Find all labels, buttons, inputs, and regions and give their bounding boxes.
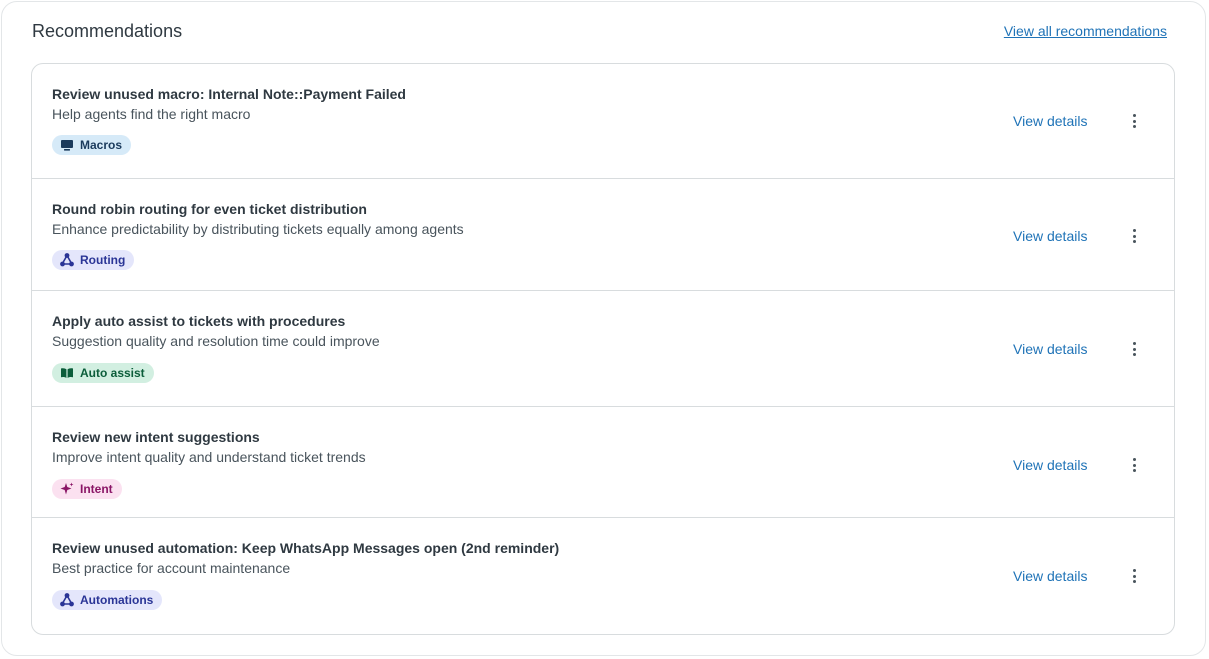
recommendations-list: Review unused macro: Internal Note::Paym… <box>31 63 1175 635</box>
more-options-icon[interactable] <box>1124 337 1144 361</box>
list-item: Review unused macro: Internal Note::Paym… <box>32 64 1174 179</box>
book-icon <box>60 366 74 380</box>
tag-automations: Automations <box>52 590 163 610</box>
list-item: Review unused automation: Keep WhatsApp … <box>32 518 1174 634</box>
more-options-icon[interactable] <box>1124 564 1144 588</box>
recommendation-title: Round robin routing for even ticket dist… <box>52 201 367 217</box>
recommendation-subtitle: Suggestion quality and resolution time c… <box>52 333 380 349</box>
recommendation-subtitle: Enhance predictability by distributing t… <box>52 221 464 237</box>
view-details-button[interactable]: View details <box>1013 112 1087 130</box>
recommendation-title: Review unused automation: Keep WhatsApp … <box>52 540 560 556</box>
tag-routing: Routing <box>52 250 135 270</box>
list-item: Round robin routing for even ticket dist… <box>32 179 1174 291</box>
view-details-button[interactable]: View details <box>1013 340 1087 358</box>
recommendation-title: Apply auto assist to tickets with proced… <box>52 313 346 329</box>
tag-auto-assist: Auto assist <box>52 363 154 383</box>
view-details-button[interactable]: View details <box>1013 456 1087 474</box>
recommendation-subtitle: Help agents find the right macro <box>52 106 251 122</box>
more-options-icon[interactable] <box>1124 109 1144 133</box>
more-options-icon[interactable] <box>1124 224 1144 248</box>
recommendation-subtitle: Best practice for account maintenance <box>52 560 291 576</box>
sparkle-icon <box>60 482 74 496</box>
tag-intent: Intent <box>52 479 122 499</box>
view-details-button[interactable]: View details <box>1013 227 1087 245</box>
tag-macros: Macros <box>52 135 132 155</box>
recommendation-title: Review new intent suggestions <box>52 429 260 445</box>
view-details-button[interactable]: View details <box>1013 567 1087 585</box>
recommendation-title: Review unused macro: Internal Note::Paym… <box>52 86 406 102</box>
tag-label: Macros <box>80 138 123 152</box>
tag-label: Auto assist <box>80 366 145 380</box>
tag-label: Intent <box>80 482 113 496</box>
card-title: Recommendations <box>32 21 183 41</box>
tag-label: Automations <box>80 593 154 607</box>
view-all-recommendations-link[interactable]: View all recommendations <box>1004 22 1167 40</box>
list-item: Apply auto assist to tickets with proced… <box>32 291 1174 407</box>
recommendation-subtitle: Improve intent quality and understand ti… <box>52 449 366 465</box>
routing-icon <box>60 253 74 267</box>
card-header: Recommendations View all recommendations <box>32 18 1167 42</box>
routing-icon <box>60 593 74 607</box>
monitor-icon <box>60 138 74 152</box>
more-options-icon[interactable] <box>1124 453 1144 477</box>
list-item: Review new intent suggestions Improve in… <box>32 407 1174 518</box>
tag-label: Routing <box>80 253 126 267</box>
